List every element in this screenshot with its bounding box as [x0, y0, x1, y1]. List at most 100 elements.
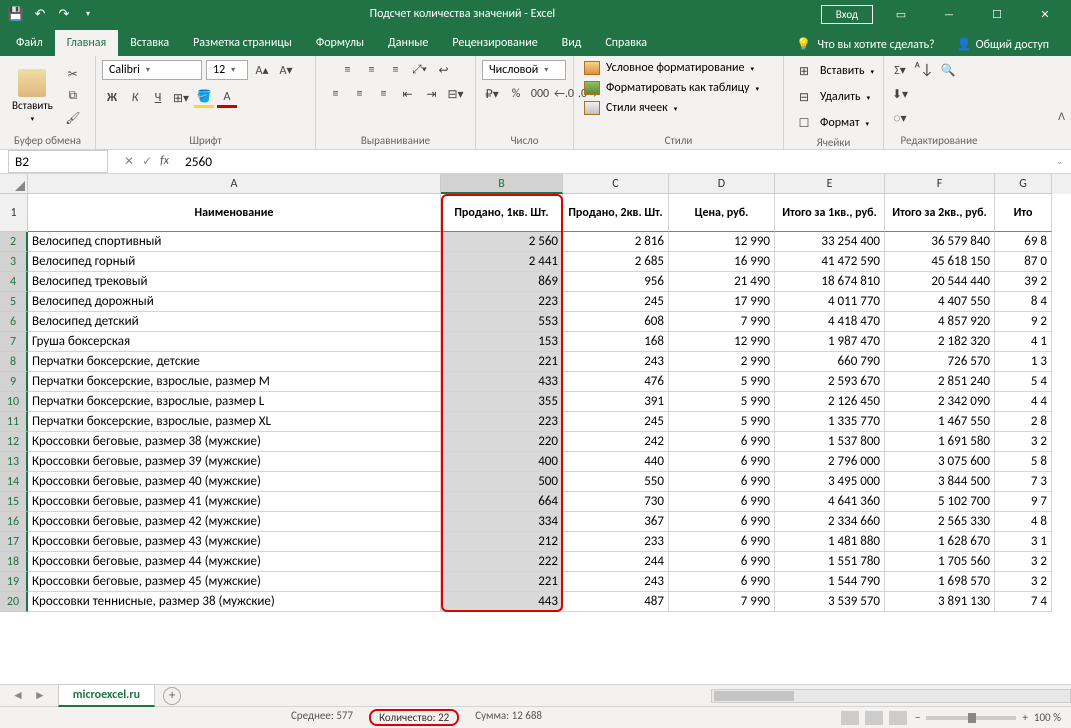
clear-icon[interactable]: ◌▾ [890, 108, 910, 128]
cell[interactable]: 726 570 [885, 352, 995, 372]
cell[interactable]: 244 [563, 552, 669, 572]
tab-home[interactable]: Главная [55, 30, 118, 56]
cell[interactable]: Кроссовки беговые, размер 43 (мужские) [28, 532, 441, 552]
col-header-g[interactable]: G [995, 174, 1052, 194]
cell[interactable]: 7 990 [669, 592, 775, 612]
cell[interactable]: 4 4 [995, 392, 1052, 412]
cell[interactable]: 12 990 [669, 232, 775, 252]
row-header[interactable]: 10 [0, 392, 28, 412]
maximize-icon[interactable]: ☐ [977, 0, 1017, 28]
cell-styles-button[interactable]: Стили ячеек▾ [580, 100, 681, 116]
header-cell[interactable]: Цена, руб. [669, 194, 775, 232]
enter-formula-icon[interactable]: ✓ [142, 154, 152, 169]
paste-button[interactable]: Вставить ▾ [6, 67, 59, 125]
cut-icon[interactable]: ✂ [63, 64, 83, 84]
cell[interactable]: 6 990 [669, 512, 775, 532]
tell-me-search[interactable]: 💡 Что вы хотите сделать? [786, 33, 944, 56]
wrap-text-icon[interactable]: ↩ [434, 60, 454, 80]
cell[interactable]: 20 544 440 [885, 272, 995, 292]
cell[interactable]: 41 472 590 [775, 252, 885, 272]
header-cell[interactable]: Итого за 2кв., руб. [885, 194, 995, 232]
font-color-icon[interactable]: A [217, 88, 237, 108]
row-header[interactable]: 18 [0, 552, 28, 572]
cell[interactable]: 18 674 810 [775, 272, 885, 292]
cell[interactable]: 4 8 [995, 512, 1052, 532]
cell[interactable]: 12 990 [669, 332, 775, 352]
cell[interactable]: 5 4 [995, 372, 1052, 392]
cell[interactable]: 4 011 770 [775, 292, 885, 312]
cell[interactable]: 367 [563, 512, 669, 532]
cell[interactable]: Перчатки боксерские, взрослые, размер XL [28, 412, 441, 432]
cell[interactable]: 7 990 [669, 312, 775, 332]
cell[interactable]: 1 987 470 [775, 332, 885, 352]
cell[interactable]: 1 628 670 [885, 532, 995, 552]
cell[interactable]: 440 [563, 452, 669, 472]
cell[interactable]: 7 3 [995, 472, 1052, 492]
cell[interactable]: 233 [563, 532, 669, 552]
cell[interactable]: Кроссовки беговые, размер 42 (мужские) [28, 512, 441, 532]
cell[interactable]: 2 342 090 [885, 392, 995, 412]
ribbon-options-icon[interactable]: ▭ [881, 0, 921, 28]
cell[interactable]: 2 441 [441, 252, 563, 272]
cell[interactable]: 16 990 [669, 252, 775, 272]
row-header[interactable]: 7 [0, 332, 28, 352]
cell[interactable]: 39 2 [995, 272, 1052, 292]
row-header[interactable]: 9 [0, 372, 28, 392]
cell[interactable]: 242 [563, 432, 669, 452]
cell[interactable]: Перчатки боксерские, детские [28, 352, 441, 372]
cell[interactable]: 2 685 [563, 252, 669, 272]
qat-customize-icon[interactable]: ▾ [78, 4, 98, 24]
row-header[interactable]: 19 [0, 572, 28, 592]
cell[interactable]: 168 [563, 332, 669, 352]
cell[interactable]: 4 407 550 [885, 292, 995, 312]
cell[interactable]: 4 418 470 [775, 312, 885, 332]
increase-indent-icon[interactable]: ⇥ [422, 84, 442, 104]
cell[interactable]: 5 8 [995, 452, 1052, 472]
cell[interactable]: 1 481 880 [775, 532, 885, 552]
cell[interactable]: 17 990 [669, 292, 775, 312]
col-header-f[interactable]: F [885, 174, 995, 194]
row-header[interactable]: 12 [0, 432, 28, 452]
horizontal-scrollbar[interactable] [711, 689, 1071, 703]
login-button[interactable]: Вход [821, 5, 873, 24]
align-center-icon[interactable]: ≡ [350, 84, 370, 104]
borders-icon[interactable]: ⊞▾ [171, 88, 191, 108]
format-cells-button[interactable]: ☐Формат▾ [790, 112, 873, 134]
cell[interactable]: 391 [563, 392, 669, 412]
cell[interactable]: 433 [441, 372, 563, 392]
format-painter-icon[interactable]: 🖌 [63, 108, 83, 128]
header-cell[interactable]: Ито [995, 194, 1052, 232]
autosum-icon[interactable]: Σ▾ [890, 60, 910, 80]
cell[interactable]: Кроссовки беговые, размер 41 (мужские) [28, 492, 441, 512]
zoom-slider[interactable] [926, 716, 1016, 720]
header-cell[interactable]: Итого за 1кв., руб. [775, 194, 885, 232]
cell[interactable]: 500 [441, 472, 563, 492]
cell[interactable]: 355 [441, 392, 563, 412]
name-box[interactable] [8, 150, 108, 173]
row-header[interactable]: 4 [0, 272, 28, 292]
copy-icon[interactable]: ⧉ [63, 86, 83, 106]
row-header[interactable]: 2 [0, 232, 28, 252]
font-name-combo[interactable]: Calibri [102, 60, 202, 80]
cell[interactable]: 3 539 570 [775, 592, 885, 612]
tab-insert[interactable]: Вставка [118, 30, 181, 56]
cell[interactable]: Кроссовки беговые, размер 39 (мужские) [28, 452, 441, 472]
cell[interactable]: 553 [441, 312, 563, 332]
row-header[interactable]: 6 [0, 312, 28, 332]
align-bottom-icon[interactable]: ≡ [386, 60, 406, 80]
col-header-c[interactable]: C [563, 174, 669, 194]
row-header[interactable]: 16 [0, 512, 28, 532]
cell[interactable]: 153 [441, 332, 563, 352]
cell[interactable]: 2 593 670 [775, 372, 885, 392]
cell[interactable]: 4 1 [995, 332, 1052, 352]
orientation-icon[interactable]: ⤢▾ [410, 60, 430, 80]
cell[interactable]: 2 851 240 [885, 372, 995, 392]
number-format-combo[interactable]: Числовой [482, 60, 566, 80]
sheet-nav-next-icon[interactable]: ► [34, 688, 46, 703]
cell[interactable]: 3 2 [995, 572, 1052, 592]
italic-button[interactable]: К [125, 88, 145, 108]
cell[interactable]: 222 [441, 552, 563, 572]
cell[interactable]: 220 [441, 432, 563, 452]
cell[interactable]: Кроссовки беговые, размер 40 (мужские) [28, 472, 441, 492]
cell[interactable]: 550 [563, 472, 669, 492]
